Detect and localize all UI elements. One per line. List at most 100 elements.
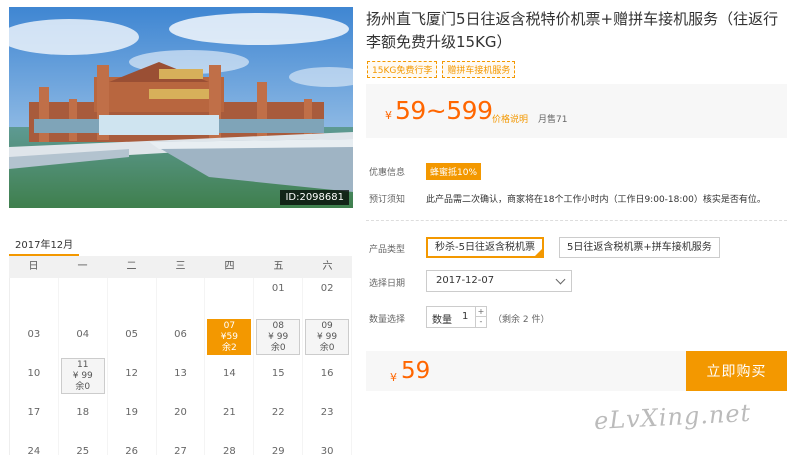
- day-number: 06: [174, 329, 187, 340]
- calendar-day: 23: [303, 395, 352, 434]
- day-number: 01: [271, 283, 285, 294]
- quantity-stepper: 数量 1 + -: [426, 306, 487, 328]
- day-number: 27: [174, 446, 187, 455]
- promo-badge: 蜂蜜抵10%: [426, 163, 482, 180]
- weekday-label: 六: [322, 261, 333, 272]
- tag-pickup-service: 赠拼车接机服务: [442, 61, 516, 78]
- day-number: 25: [76, 446, 90, 455]
- day-number: 26: [125, 446, 138, 455]
- calendar-day: 20: [157, 395, 206, 434]
- day-number: 15: [271, 368, 285, 379]
- calendar-day: 10: [10, 356, 59, 395]
- day-price: ¥59: [220, 331, 238, 342]
- notice-label: 预订须知: [369, 195, 406, 205]
- promo-label: 优惠信息: [369, 168, 406, 178]
- calendar-day: 22: [254, 395, 304, 434]
- day-price-box: 07 ¥59 余2: [207, 318, 252, 355]
- calendar-day: 16: [303, 356, 352, 395]
- selected-corner-mark: [534, 249, 542, 256]
- day-stock: 余2: [221, 342, 237, 353]
- day-number: 12: [125, 368, 138, 379]
- price-panel: ¥ 59~599 价格说明 月售71: [366, 84, 787, 138]
- photo-id-label: ID:2098681: [280, 190, 349, 205]
- day-day: 11: [77, 359, 89, 370]
- total-currency: ¥: [390, 371, 397, 384]
- weekday-label: 二: [126, 261, 137, 272]
- calendar-day: 14: [205, 356, 255, 395]
- calendar-day: 25: [59, 434, 108, 455]
- monthly-sales: 月售71: [538, 115, 568, 125]
- terminal-building-image: [9, 7, 353, 208]
- day-number: [59, 278, 107, 283]
- calendar-day: 15: [254, 356, 304, 395]
- day-number: 30: [320, 446, 334, 455]
- type-option-with-pickup[interactable]: 5日往返含税机票+拼车接机服务: [559, 237, 720, 258]
- day-number: 24: [27, 446, 41, 455]
- type-option-flash-sale[interactable]: 秒杀-5日往返含税机票: [426, 237, 544, 258]
- weekday-label: 一: [77, 261, 88, 272]
- day-number: 05: [125, 329, 138, 340]
- day-price: ¥ 99: [317, 331, 338, 342]
- day-number: [10, 278, 58, 283]
- quantity-decrease-button[interactable]: -: [475, 317, 486, 327]
- calendar-day: 04: [59, 317, 108, 356]
- price-currency: ¥: [385, 109, 392, 122]
- product-page: ID:2098681 2017年12月 日 一 二 三 四 五 六 01 02 03 04 05 06…: [0, 0, 799, 455]
- weekday-label: 三: [175, 261, 186, 272]
- day-day: 09: [321, 320, 333, 331]
- calendar-day: 12: [108, 356, 157, 395]
- calendar-day[interactable]: 08 ¥ 99 余0: [254, 317, 304, 356]
- day-number: 19: [125, 407, 138, 418]
- weekday-header: 日一二三四五六: [9, 256, 352, 278]
- day-number: 20: [174, 407, 187, 418]
- feature-tags: 15KG免费行李 赠拼车接机服务: [367, 61, 516, 78]
- day-day: 08: [272, 320, 284, 331]
- quantity-input[interactable]: 1: [462, 311, 468, 322]
- day-day: 07: [223, 320, 236, 331]
- type-option-label: 5日往返含税机票+拼车接机服务: [567, 242, 712, 253]
- day-price-box: 08 ¥ 99 余0: [256, 318, 301, 355]
- calendar-day[interactable]: 09 ¥ 99 余0: [303, 317, 352, 356]
- product-photo[interactable]: ID:2098681: [9, 7, 353, 208]
- price-range: 59~599: [395, 96, 493, 125]
- day-number: [108, 278, 156, 283]
- calendar-month-tab[interactable]: 2017年12月: [9, 228, 352, 256]
- calendar-day: [108, 278, 157, 317]
- day-number: [205, 278, 253, 283]
- day-number: 02: [320, 283, 334, 294]
- price-explain-link[interactable]: 价格说明: [492, 112, 528, 125]
- calendar-day: 27: [157, 434, 206, 455]
- tag-free-luggage: 15KG免费行李: [367, 61, 438, 78]
- quantity-prefix: 数量: [432, 315, 452, 326]
- buy-now-button[interactable]: 立即购买: [686, 351, 787, 391]
- day-number: 29: [271, 446, 285, 455]
- day-number: 21: [222, 407, 236, 418]
- notice-text: 此产品需二次确认，商家将在18个工作小时内（工作日9:00-18:00）核实是否…: [426, 195, 766, 205]
- calendar-day[interactable]: 07 ¥59 余2: [205, 317, 255, 356]
- calendar-day: 06: [157, 317, 206, 356]
- day-number: 04: [76, 329, 90, 340]
- type-option-label: 秒杀-5日往返含税机票: [435, 242, 535, 253]
- day-stock: 余0: [75, 381, 91, 392]
- calendar-day: [10, 278, 59, 317]
- quantity-increase-button[interactable]: +: [475, 307, 486, 317]
- day-price: ¥ 99: [268, 331, 289, 342]
- calendar-day: 30: [303, 434, 352, 455]
- calendar-day: 21: [205, 395, 255, 434]
- calendar-month-label: 2017年12月: [15, 240, 74, 251]
- day-number: 23: [320, 407, 334, 418]
- site-watermark: eLvXing.net: [593, 398, 752, 436]
- weekday-label: 五: [273, 261, 284, 272]
- type-label: 产品类型: [369, 245, 406, 255]
- day-number: 17: [27, 407, 41, 418]
- calendar-day[interactable]: 11 ¥ 99 余0: [59, 356, 108, 395]
- calendar-day: [157, 278, 206, 317]
- day-number: 10: [27, 368, 41, 379]
- date-label: 选择日期: [369, 279, 406, 289]
- calendar-day: 01: [254, 278, 304, 317]
- date-calendar: 2017年12月 日一二三四五六 01 02 03 04 05 06 07 ¥59 余2 08 ¥ …: [9, 228, 352, 455]
- day-number: 16: [320, 368, 334, 379]
- date-select[interactable]: 2017-12-07: [426, 270, 572, 292]
- chevron-down-icon: [555, 274, 566, 285]
- calendar-day: 05: [108, 317, 157, 356]
